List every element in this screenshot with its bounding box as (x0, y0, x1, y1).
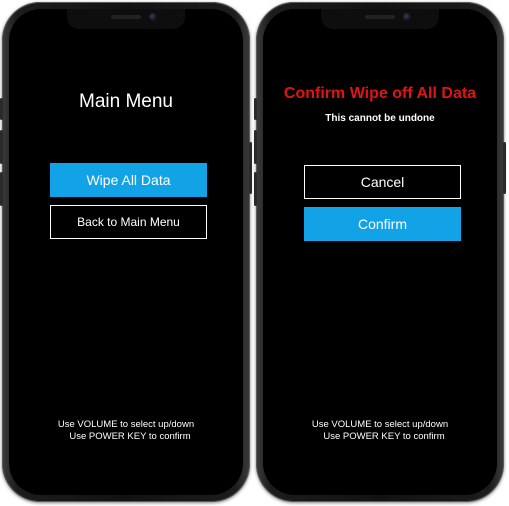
hint-power-key: Use POWER KEY to confirm (69, 431, 191, 442)
confirm-button[interactable]: Confirm (304, 207, 461, 241)
phone-screen: Main Menu Wipe All Data Back to Main Men… (9, 9, 243, 495)
hint-volume: Use VOLUME to select up/down (311, 419, 449, 430)
phone-side-button (254, 130, 257, 164)
phone-side-button (0, 172, 3, 206)
page-title: Main Menu (79, 91, 173, 112)
phone-side-button (0, 98, 3, 120)
phone-side-button (0, 130, 3, 164)
phone-power-button (503, 142, 506, 194)
front-camera-icon (149, 13, 157, 21)
phone-power-button (249, 142, 252, 194)
phone-notch (321, 9, 439, 29)
hint-power-key: Use POWER KEY to confirm (323, 431, 445, 442)
hint-volume: Use VOLUME to select up/down (57, 419, 195, 430)
back-to-main-menu-button[interactable]: Back to Main Menu (50, 205, 207, 239)
phone-frame-confirm-wipe: Confirm Wipe off All Data This cannot be… (254, 2, 506, 502)
phone-notch (67, 9, 185, 29)
phone-screen: Confirm Wipe off All Data This cannot be… (263, 9, 497, 495)
confirm-title: Confirm Wipe off All Data (283, 85, 477, 102)
navigation-hint: Use VOLUME to select up/down Use POWER K… (9, 419, 243, 443)
phone-side-button (254, 172, 257, 206)
wipe-all-data-button[interactable]: Wipe All Data (50, 163, 207, 197)
phone-frame-main-menu: Main Menu Wipe All Data Back to Main Men… (0, 2, 252, 502)
warning-subtitle: This cannot be undone (325, 113, 435, 124)
speaker-grille (111, 15, 141, 19)
navigation-hint: Use VOLUME to select up/down Use POWER K… (263, 419, 497, 443)
recovery-menu-comparison: Main Menu Wipe All Data Back to Main Men… (0, 0, 509, 506)
front-camera-icon (403, 13, 411, 21)
phone-side-button (254, 98, 257, 120)
cancel-button[interactable]: Cancel (304, 165, 461, 199)
speaker-grille (365, 15, 395, 19)
